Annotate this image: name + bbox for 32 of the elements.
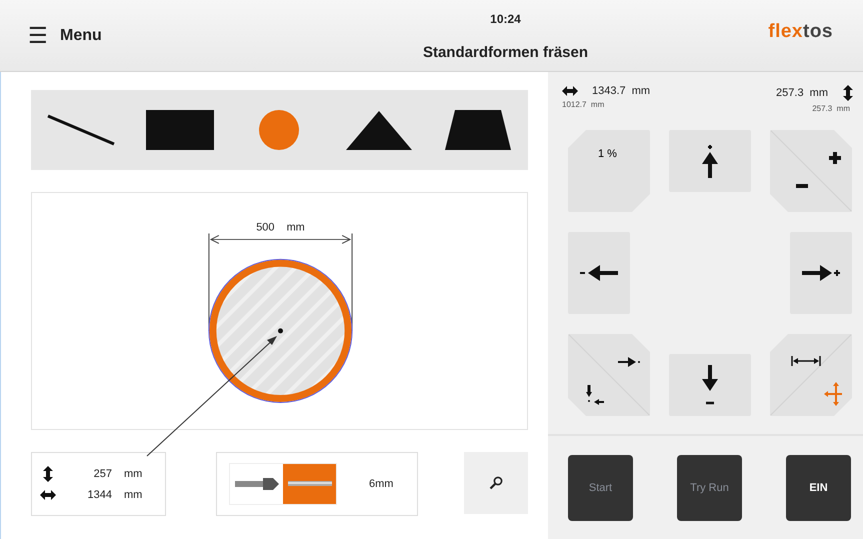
jog-down-button[interactable] [669, 354, 751, 416]
x-secondary-value: 1012.7 mm [562, 100, 606, 109]
vertical-arrow-icon [842, 85, 854, 101]
horizontal-arrow-icon [562, 85, 578, 97]
jog-right-button[interactable] [790, 232, 852, 314]
rectangle-shape-icon[interactable] [145, 108, 216, 152]
y-position-value: 257.3 mm [776, 87, 828, 99]
page-title: Standardformen fräsen [422, 44, 588, 61]
speed-percent-button[interactable]: 1 % [568, 130, 650, 212]
search-icon [489, 476, 503, 490]
up-arrow-icon [700, 144, 720, 178]
unit-label: mm [124, 489, 142, 501]
dimension-label: 500 mm [256, 222, 305, 234]
right-arrow-icon [802, 265, 840, 281]
jog-left-button[interactable] [568, 232, 630, 314]
dimension-value: 257 [92, 468, 112, 480]
menu-icon[interactable]: ☰ [28, 24, 48, 46]
horizontal-arrow-icon [40, 488, 56, 502]
y-secondary-value: 257.3 mm [812, 104, 850, 113]
unit-label: mm [124, 468, 142, 480]
down-arrow-icon [700, 365, 720, 405]
x-position-value: 1343.7 mm [592, 85, 650, 97]
menu-label[interactable]: Menu [60, 26, 102, 44]
logo: flextos [767, 20, 834, 42]
jog-up-button[interactable] [669, 130, 751, 192]
dimension-value: 1344 [86, 489, 112, 501]
clock-time: 10:24 [490, 12, 521, 26]
move-to-origin-button[interactable] [770, 334, 852, 416]
action-button[interactable]: EIN [786, 455, 851, 521]
tool-size-label: 6mm [369, 478, 394, 490]
trapezoid-shape-icon[interactable] [443, 108, 514, 152]
left-arrow-icon [580, 265, 618, 281]
